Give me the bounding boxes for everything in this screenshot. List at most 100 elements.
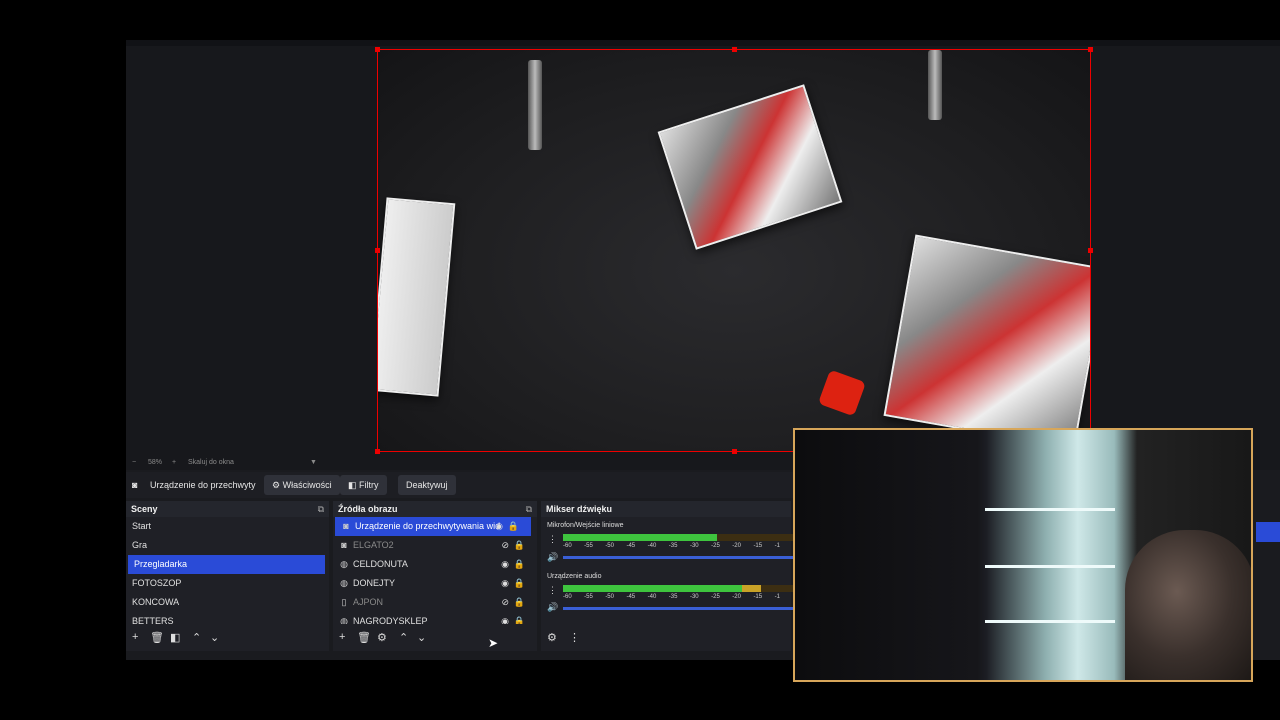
trash-icon[interactable]: 🗑	[150, 631, 164, 644]
preview-canvas[interactable]	[377, 49, 1091, 452]
resize-handle[interactable]	[375, 449, 380, 454]
meter-tick-label: -55	[584, 543, 593, 549]
more-options-icon[interactable]: ⋮	[569, 631, 580, 644]
zoom-in-button[interactable]: +	[172, 459, 176, 466]
move-down-icon[interactable]: ⌄	[417, 631, 426, 644]
meter-tick-label: -15	[753, 594, 763, 600]
meter-tick-label: -30	[689, 543, 699, 549]
resize-handle[interactable]	[732, 47, 737, 52]
resize-handle[interactable]	[1088, 47, 1093, 52]
resize-handle[interactable]	[1088, 248, 1093, 253]
source-item-selected[interactable]: ◙ Urządzenie do przechwytywania wid ◉ 🔒	[335, 517, 531, 536]
card-stack	[883, 234, 1090, 450]
lock-icon[interactable]: 🔒	[514, 574, 525, 593]
globe-icon: ◍	[340, 578, 348, 588]
scene-item-selected[interactable]: Przegladarka	[128, 555, 325, 574]
eye-icon[interactable]: ◉	[501, 574, 509, 593]
chevron-down-icon[interactable]: ▼	[310, 459, 317, 466]
advanced-audio-icon[interactable]: ⚙	[547, 631, 557, 644]
source-label: AJPON	[353, 597, 384, 607]
eye-hidden-icon[interactable]: ⊘	[501, 593, 509, 612]
resize-handle[interactable]	[375, 248, 380, 253]
scene-item[interactable]: Gra	[126, 536, 329, 555]
speaker-icon[interactable]: 🔊	[547, 552, 558, 563]
audio-meter	[563, 585, 793, 592]
filters-button[interactable]: ◧ Filtry	[340, 475, 387, 495]
meter-tick-label: -25	[711, 594, 720, 600]
source-toolbar: ◙ Urządzenie do przechwyty ⚙ Właściwości…	[126, 472, 826, 498]
sources-title: Źródła obrazu	[338, 504, 398, 514]
volume-slider[interactable]	[563, 556, 793, 559]
mixer-header: Mikser dźwięku	[541, 501, 791, 517]
gear-icon[interactable]: ⚙	[377, 631, 387, 644]
camera-icon: ◙	[341, 540, 347, 550]
scenes-title: Sceny	[131, 504, 158, 514]
source-item[interactable]: ◍ NAGRODYSKLEP ◉ 🔒	[333, 612, 537, 624]
meter-tick-label: -45	[626, 594, 636, 600]
lock-icon[interactable]: 🔒	[514, 536, 525, 555]
filter-icon: ◧	[348, 480, 357, 490]
move-up-icon[interactable]: ⌃	[399, 631, 408, 644]
move-down-icon[interactable]: ⌄	[210, 631, 219, 644]
eye-icon[interactable]: ◉	[501, 612, 509, 624]
filters-label: Filtry	[359, 480, 379, 490]
deactivate-button[interactable]: Deaktywuj	[398, 475, 456, 495]
more-options-icon[interactable]: ⋮	[548, 534, 557, 545]
meter-tick-label: -20	[732, 594, 741, 600]
properties-button[interactable]: ⚙ Właściwości	[264, 475, 340, 495]
trash-icon[interactable]: 🗑	[357, 631, 371, 644]
fit-to-window[interactable]: Skaluj do okna	[188, 459, 234, 466]
more-options-icon[interactable]: ⋮	[548, 585, 557, 596]
source-item[interactable]: ▯ AJPON ⊘ 🔒	[333, 593, 537, 612]
meter-tick-label: -35	[668, 594, 678, 600]
shelf	[985, 620, 1115, 623]
transition-selected[interactable]	[1256, 522, 1280, 542]
gear-icon: ⚙	[272, 480, 281, 490]
meter-tick-label: -1	[774, 543, 780, 549]
eye-icon[interactable]: ◉	[495, 517, 503, 536]
resize-handle[interactable]	[375, 47, 380, 52]
undock-icon[interactable]: ⧉	[318, 501, 324, 517]
lock-icon[interactable]: 🔒	[514, 612, 525, 624]
scene-item[interactable]: Start	[126, 517, 329, 536]
audio-meter	[563, 534, 793, 541]
lock-icon[interactable]: 🔒	[508, 517, 519, 536]
eye-icon[interactable]: ◉	[501, 555, 509, 574]
source-item[interactable]: ◍ CELDONUTA ◉ 🔒	[333, 555, 537, 574]
add-icon[interactable]: +	[132, 631, 138, 643]
sources-footer: + 🗑 ⚙ ⌃ ⌄	[333, 629, 537, 649]
lock-icon[interactable]: 🔒	[514, 593, 525, 612]
mouse-cursor-icon: ➤	[488, 636, 499, 650]
scenes-footer: + 🗑 ◧ ⌃ ⌄	[126, 629, 329, 649]
meter-tick-label: -40	[647, 543, 657, 549]
mixer-title: Mikser dźwięku	[546, 504, 613, 514]
globe-icon: ◍	[340, 559, 348, 569]
source-label: ELGATO2	[353, 540, 394, 550]
lock-icon[interactable]: 🔒	[514, 555, 525, 574]
undock-icon[interactable]: ⧉	[526, 501, 532, 517]
streamer	[1125, 530, 1251, 680]
source-item[interactable]: ◙ ELGATO2 ⊘ 🔒	[333, 536, 537, 555]
meter-tick-label: -1	[774, 594, 780, 600]
file-icon: ▯	[341, 597, 347, 607]
speaker-icon[interactable]: 🔊	[547, 602, 558, 613]
add-icon[interactable]: +	[339, 631, 345, 643]
move-up-icon[interactable]: ⌃	[192, 631, 201, 644]
meter-tick-label: -25	[711, 543, 720, 549]
eye-hidden-icon[interactable]: ⊘	[501, 536, 509, 555]
source-label: Urządzenie do przechwytywania wid	[355, 521, 501, 531]
sources-list: ◙ Urządzenie do przechwytywania wid ◉ 🔒 ◙ ELG…	[333, 517, 537, 624]
scene-item[interactable]: FOTOSZOP	[126, 574, 329, 593]
meter-tick-label: -35	[668, 543, 678, 549]
source-item[interactable]: ◍ DONEJTY ◉ 🔒	[333, 574, 537, 593]
mixer-dock: Mikser dźwięku Mikrofon/Wejście liniowe …	[541, 501, 793, 651]
filter-icon[interactable]: ◧	[170, 631, 180, 644]
scene-item[interactable]: KONCOWA	[126, 593, 329, 612]
resize-handle[interactable]	[732, 449, 737, 454]
scene-item[interactable]: BETTERS	[126, 612, 329, 624]
zoom-out-button[interactable]: −	[132, 459, 136, 466]
meter-green	[563, 585, 743, 592]
channel-label: Mikrofon/Wejście liniowe	[547, 522, 624, 529]
scenes-dock: Sceny ⧉ Start Gra Przegladarka FOTOSZOP K…	[126, 501, 329, 651]
volume-slider[interactable]	[563, 607, 793, 610]
